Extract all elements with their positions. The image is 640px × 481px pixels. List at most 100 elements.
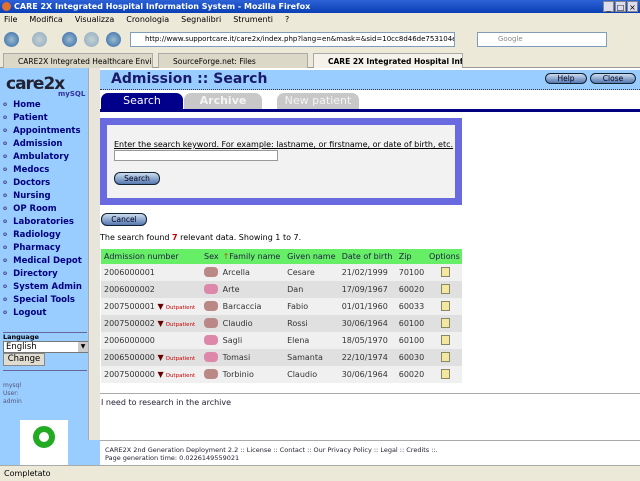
menu-item[interactable]: ?	[285, 13, 289, 27]
date-of-birth: 30/06/1964	[338, 366, 396, 383]
male-icon	[204, 368, 218, 379]
options-icon[interactable]	[440, 300, 450, 311]
browser-tab[interactable]: SourceForge.net: Files	[158, 53, 308, 68]
column-header: Zip	[395, 249, 426, 264]
browser-tab-active[interactable]: CARE 2X Integrated Hospital Info...	[313, 53, 463, 68]
given-name: Samanta	[284, 349, 339, 366]
sidebar-item-admission[interactable]: Admission	[3, 137, 82, 150]
sidebar-item-special-tools[interactable]: Special Tools	[3, 293, 82, 306]
tab-archive[interactable]: Archive	[184, 93, 262, 109]
flag-icon: ▼	[157, 353, 164, 362]
archive-link[interactable]: I need to research in the archive	[101, 398, 231, 407]
sidebar-nav: HomePatientAppointmentsAdmissionAmbulato…	[3, 98, 82, 319]
flag-icon: ▼	[157, 370, 164, 379]
search-box: Enter the search keyword. For example: l…	[100, 118, 462, 205]
menu-item[interactable]: File	[4, 13, 17, 27]
search-button[interactable]: Search	[114, 172, 160, 185]
help-button[interactable]: Help	[545, 73, 587, 84]
date-of-birth: 30/06/1964	[338, 315, 396, 332]
family-name: Barcaccia	[219, 298, 285, 315]
family-name: Torbinio	[219, 366, 285, 383]
menu-bar: File Modifica Visualizza Cronologia Segnalib…	[0, 13, 640, 27]
flag-icon: ▼	[157, 319, 164, 328]
tab-search[interactable]: Search	[101, 93, 183, 109]
tab-new-patient[interactable]: New patient	[277, 93, 359, 109]
date-of-birth: 22/10/1974	[338, 349, 396, 366]
family-name: Arte	[219, 281, 285, 298]
results-table: Admission number Sex ↑Family name Given nam…	[101, 249, 462, 383]
admission-number: 2007500001 ▼ Outpatient	[101, 298, 201, 315]
options-icon[interactable]	[440, 266, 450, 277]
zip: 60100	[395, 315, 426, 332]
sidebar-item-op-room[interactable]: OP Room	[3, 202, 82, 215]
options-icon[interactable]	[440, 368, 450, 379]
admission-number: 2007500002 ▼ Outpatient	[101, 315, 201, 332]
menu-item[interactable]: Segnalibri	[181, 13, 221, 27]
language-label: Language	[3, 333, 39, 341]
maximize-button[interactable]: □	[615, 1, 626, 12]
sidebar-item-logout[interactable]: Logout	[3, 306, 82, 319]
sidebar: care2xmySQL HomePatientAppointmentsAdmis…	[0, 68, 100, 465]
web-search-input[interactable]: Google	[477, 32, 607, 47]
sidebar-scrollbar[interactable]	[88, 68, 100, 440]
female-icon	[204, 351, 218, 362]
close-button[interactable]: Close	[590, 73, 636, 84]
window-title: CARE 2X Integrated Hospital Information …	[14, 2, 311, 11]
cancel-button[interactable]: Cancel	[101, 213, 147, 226]
change-language-button[interactable]: Change	[3, 353, 45, 366]
minimize-button[interactable]: _	[603, 1, 614, 12]
sidebar-item-system-admin[interactable]: System Admin	[3, 280, 82, 293]
page-title: Admission :: Search	[111, 71, 268, 87]
browser-tab[interactable]: CARE2X Integrated Healthcare Enviro...	[3, 53, 153, 68]
column-header: Admission number	[101, 249, 201, 264]
close-window-button[interactable]: ×	[627, 1, 638, 12]
home-icon[interactable]	[106, 32, 121, 47]
url-bar[interactable]: http://www.supportcare.it/care2x/index.p…	[130, 32, 455, 47]
options-icon[interactable]	[440, 283, 450, 294]
sidebar-item-doctors[interactable]: Doctors	[3, 176, 82, 189]
sidebar-item-medocs[interactable]: Medocs	[3, 163, 82, 176]
sidebar-item-nursing[interactable]: Nursing	[3, 189, 82, 202]
admission-number: 2006000002	[101, 281, 201, 298]
sidebar-item-pharmacy[interactable]: Pharmacy	[3, 241, 82, 254]
sidebar-item-patient[interactable]: Patient	[3, 111, 82, 124]
reload-icon[interactable]	[62, 32, 77, 47]
outpatient-badge: Outpatient	[165, 322, 196, 328]
sidebar-item-medical-depot[interactable]: Medical Depot	[3, 254, 82, 267]
sidebar-item-home[interactable]: Home	[3, 98, 82, 111]
admission-number: 2007500000 ▼ Outpatient	[101, 366, 201, 383]
menu-item[interactable]: Visualizza	[75, 13, 114, 27]
given-name: Fabio	[284, 298, 339, 315]
language-select[interactable]: English ▼	[3, 341, 89, 353]
options-icon[interactable]	[440, 317, 450, 328]
options-icon[interactable]	[440, 334, 450, 345]
menu-item[interactable]: Cronologia	[126, 13, 169, 27]
column-header: Date of birth	[338, 249, 396, 264]
sidebar-item-directory[interactable]: Directory	[3, 267, 82, 280]
column-header: Given name	[284, 249, 339, 264]
page-header: Admission :: Search Help Close	[100, 70, 640, 90]
sidebar-item-ambulatory[interactable]: Ambulatory	[3, 150, 82, 163]
female-icon	[204, 334, 218, 345]
search-label: Enter the search keyword. For example: l…	[114, 140, 454, 149]
menu-item[interactable]: Strumenti	[233, 13, 273, 27]
back-icon[interactable]	[4, 32, 19, 47]
forward-icon[interactable]	[32, 32, 47, 47]
zip: 60020	[395, 281, 426, 298]
flag-icon: ▼	[157, 302, 164, 311]
column-header: Sex	[201, 249, 220, 264]
date-of-birth: 01/01/1960	[338, 298, 396, 315]
sidebar-item-laboratories[interactable]: Laboratories	[3, 215, 82, 228]
sidebar-item-radiology[interactable]: Radiology	[3, 228, 82, 241]
menu-item[interactable]: Modifica	[29, 13, 62, 27]
options-icon[interactable]	[440, 351, 450, 362]
sidebar-item-appointments[interactable]: Appointments	[3, 124, 82, 137]
stop-icon[interactable]	[84, 32, 99, 47]
table-row: 2007500000 ▼ Outpatient Torbinio Claudio …	[101, 366, 462, 383]
outpatient-badge: Outpatient	[165, 373, 196, 379]
column-header[interactable]: ↑Family name	[219, 249, 285, 264]
zip: 70100	[395, 264, 426, 281]
main-frame: Admission :: Search Help Close Search Ar…	[100, 68, 640, 440]
search-input[interactable]	[114, 150, 278, 161]
family-name: Claudio	[219, 315, 285, 332]
